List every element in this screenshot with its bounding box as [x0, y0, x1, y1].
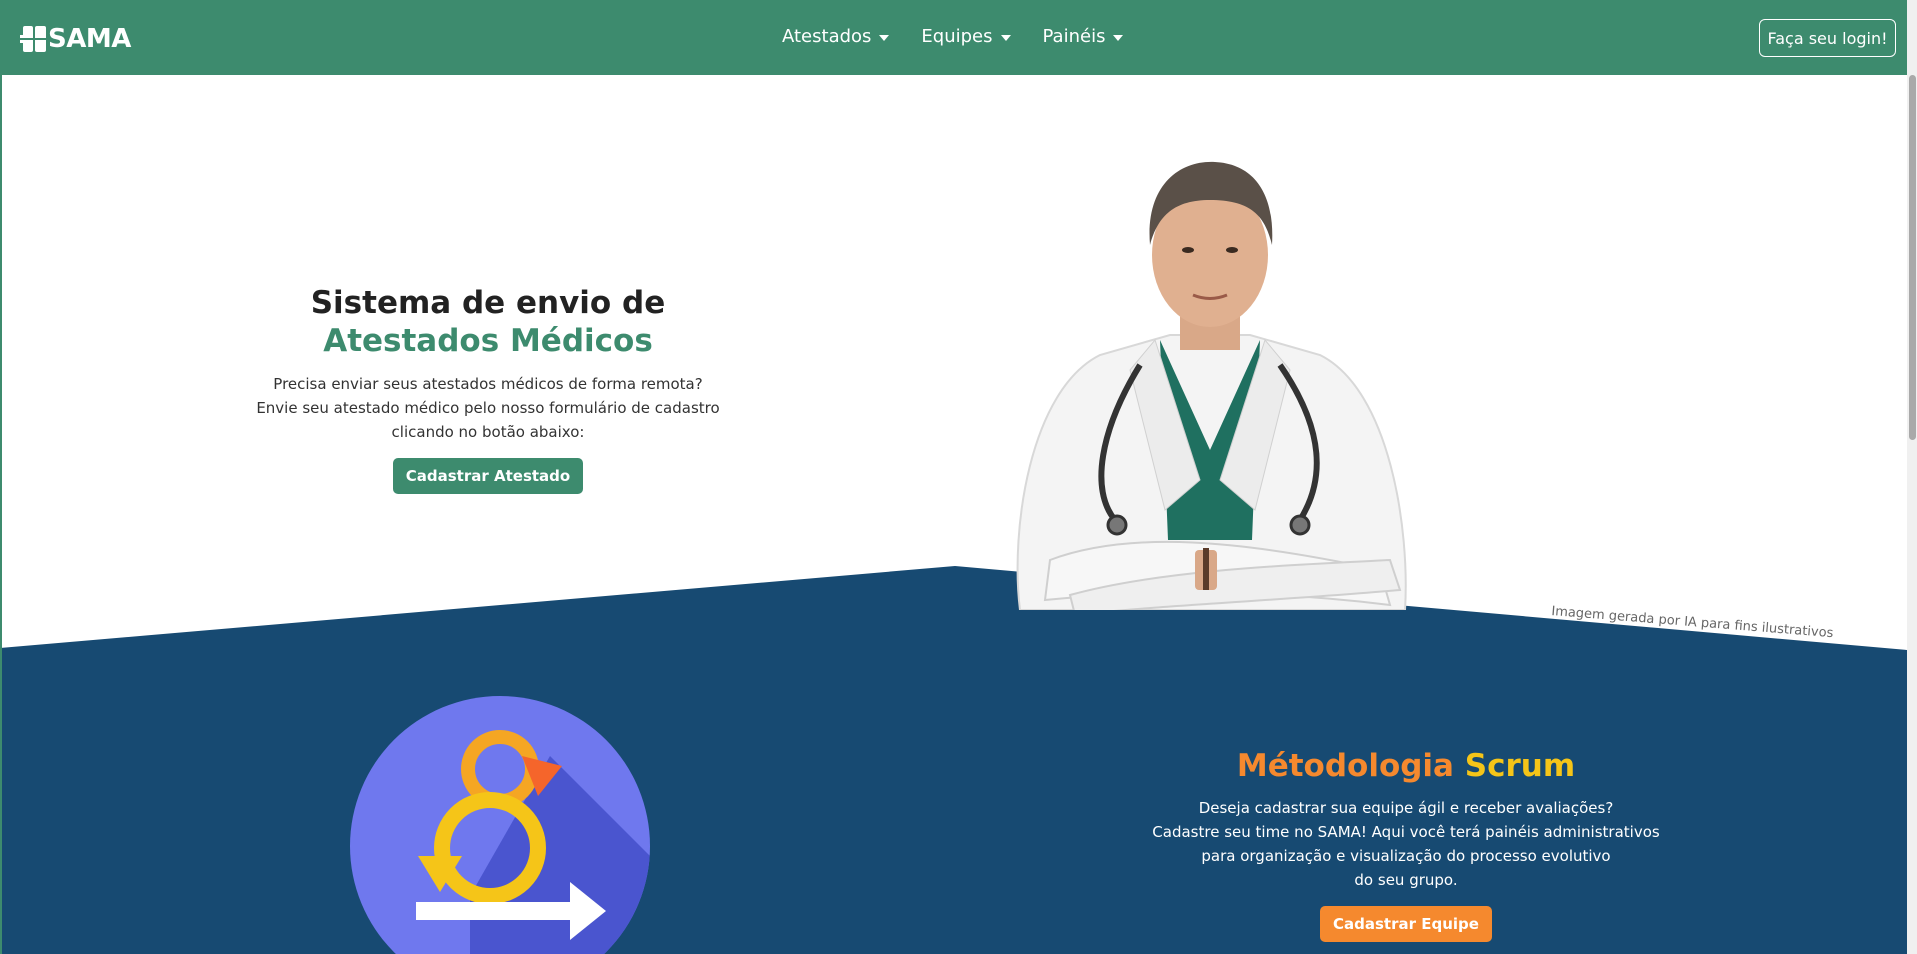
- nav-item-label: Equipes: [921, 26, 993, 47]
- cadastrar-equipe-button[interactable]: Cadastrar Equipe: [1320, 906, 1492, 942]
- hero-section: Sistema de envio de Atestados Médicos Pr…: [240, 284, 736, 494]
- nav-dropdown-paineis[interactable]: Painéis: [1043, 26, 1124, 47]
- doctor-image: [1016, 161, 1407, 610]
- cadastrar-atestado-button[interactable]: Cadastrar Atestado: [392, 458, 584, 494]
- hero-desc-line: Precisa enviar seus atestados médicos de…: [273, 375, 703, 393]
- caret-down-icon: [879, 34, 890, 41]
- hero-title: Sistema de envio de: [310, 285, 666, 321]
- caret-down-icon: [1000, 34, 1011, 41]
- navbar: SAMA Atestados Equipes Painéis Faça seu …: [0, 0, 1907, 75]
- scrum-desc-line: Cadastre seu time no SAMA! Aqui você ter…: [1152, 823, 1660, 841]
- page-left-border: [0, 75, 2, 954]
- scrum-desc-line: Deseja cadastrar sua equipe ágil e receb…: [1198, 799, 1614, 817]
- hero-description: Precisa enviar seus atestados médicos de…: [240, 372, 736, 444]
- page: SAMA Atestados Equipes Painéis Faça seu …: [0, 0, 1917, 954]
- scrollbar-thumb[interactable]: [1909, 75, 1916, 440]
- scrum-cycle-icon: [350, 696, 650, 954]
- nav-dropdown-atestados[interactable]: Atestados: [782, 26, 890, 47]
- scrum-title-part1: Métodologia: [1236, 748, 1454, 784]
- scrum-title-part2: Scrum: [1464, 748, 1576, 784]
- scrum-section: Métodologia Scrum Deseja cadastrar sua e…: [1130, 746, 1682, 942]
- brand-name: SAMA: [48, 24, 131, 54]
- scrum-title: Métodologia Scrum: [1130, 746, 1682, 786]
- nav-item-label: Atestados: [782, 26, 872, 47]
- brand-logo-icon: [20, 26, 46, 52]
- nav-dropdown-equipes[interactable]: Equipes: [921, 26, 1011, 47]
- login-button[interactable]: Faça seu login!: [1759, 19, 1896, 57]
- hero-desc-line: Envie seu atestado médico pelo nosso for…: [256, 399, 720, 417]
- scrum-desc-line: para organização e visualização do proce…: [1201, 847, 1611, 865]
- caret-down-icon: [1113, 34, 1124, 41]
- nav-menu: Atestados Equipes Painéis: [782, 26, 1124, 47]
- scrum-desc-line: do seu grupo.: [1354, 871, 1458, 889]
- hero-desc-line: clicando no botão abaixo:: [391, 423, 585, 441]
- nav-item-label: Painéis: [1042, 26, 1106, 47]
- brand[interactable]: SAMA: [20, 24, 131, 54]
- scrum-description: Deseja cadastrar sua equipe ágil e receb…: [1130, 796, 1682, 892]
- hero-title-highlight: Atestados Médicos: [323, 323, 653, 359]
